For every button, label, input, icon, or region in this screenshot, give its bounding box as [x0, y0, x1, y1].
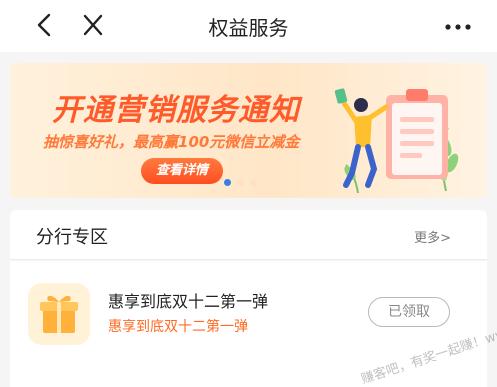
clipboard-person-illustration [334, 88, 459, 194]
section-title: 分行专区 [36, 227, 108, 248]
more-link[interactable]: 更多> [414, 227, 451, 246]
more-options-icon[interactable] [441, 12, 475, 40]
carousel-dot[interactable] [250, 179, 257, 186]
branch-section-header: 分行专区 更多> [10, 210, 487, 260]
promo-banner[interactable]: 开通营销服务通知 抽惊喜好礼，最高赢100元微信立减金 查看详情 [10, 63, 487, 198]
claimed-button[interactable]: 已领取 [368, 297, 450, 327]
item-title: 惠享到底双十二第一弹 [108, 292, 269, 311]
page-title: 权益服务 [208, 16, 289, 40]
carousel-dot[interactable] [237, 179, 244, 186]
carousel-indicator [224, 179, 257, 186]
view-details-button[interactable]: 查看详情 [141, 158, 223, 184]
banner-title: 开通营销服务通知 [52, 93, 300, 128]
carousel-dot-active[interactable] [224, 179, 231, 186]
item-subtitle: 惠享到底双十二第一弹 [108, 319, 248, 335]
gift-icon [28, 283, 90, 345]
top-nav-bar: 权益服务 [0, 0, 497, 52]
banner-subtitle: 抽惊喜好礼，最高赢100元微信立减金 [43, 133, 300, 151]
